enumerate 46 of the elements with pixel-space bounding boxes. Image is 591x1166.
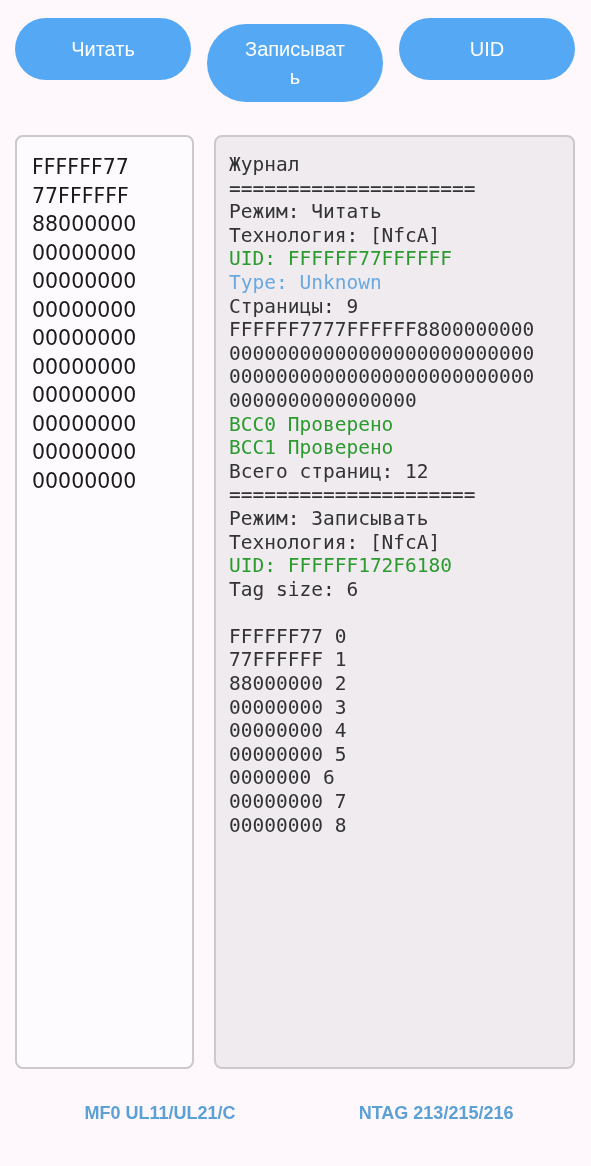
hex-line: 00000000 xyxy=(32,410,137,438)
log-line: 00000000000000000000000000 xyxy=(229,341,535,366)
hex-line: 00000000 xyxy=(32,439,137,466)
log-line: BCC1 Проверено xyxy=(229,436,394,460)
hex-input-field[interactable]: FFFFFF77 77FFFFFF 88000000 00000000 00000000 00000000 00000000 00000000 00000000 00000000 00000000 00000000 xyxy=(15,135,194,1069)
log-line: 00000000 8 xyxy=(229,813,347,838)
log-line: UID: FFFFFF172F6180 xyxy=(229,554,453,578)
log-line: Режим: Записывать xyxy=(229,506,429,531)
log-line: Tag size: 6 xyxy=(229,577,359,602)
log-line: Type: Unknown xyxy=(229,270,382,295)
log-line: ===================== xyxy=(229,483,476,507)
tag-type-link[interactable]: MF0 UL11/UL21/C xyxy=(84,1103,236,1124)
hex-line: 00000000 xyxy=(32,382,137,409)
action-button[interactable]: Читать xyxy=(15,18,191,80)
log-line: 0000000 6 xyxy=(229,766,335,791)
log-line: FFFFFF77 0 xyxy=(229,624,347,649)
log-line: Технология: [NfcA] xyxy=(229,530,441,555)
log-line: ===================== xyxy=(229,176,476,201)
hex-line: 00000000 xyxy=(32,268,137,295)
log-line: 00000000 4 xyxy=(229,719,347,743)
log-line: 0000000000000000 xyxy=(229,388,417,413)
hex-line: 00000000 xyxy=(32,467,137,495)
hex-line: FFFFFF77 xyxy=(32,154,129,181)
log-line: FFFFFF7777FFFFFF8800000000 xyxy=(229,318,535,342)
log-line: Всего страниц: 12 xyxy=(229,459,429,484)
log-line: 00000000000000000000000000 xyxy=(229,365,535,389)
log-line: BCC0 Проверено xyxy=(229,412,394,437)
log-line: 00000000 3 xyxy=(229,695,347,720)
log-line: Режим: Читать xyxy=(229,200,382,224)
action-button[interactable]: Записывать xyxy=(207,24,383,102)
log-line: 00000000 5 xyxy=(229,742,347,767)
hex-line: 77FFFFFF xyxy=(32,182,129,210)
log-line: 00000000 7 xyxy=(229,790,347,814)
action-button[interactable]: UID xyxy=(399,18,575,80)
tag-type-link[interactable]: NTAG 213/215/216 xyxy=(358,1103,514,1124)
hex-line: 00000000 xyxy=(32,325,137,352)
log-line: UID: FFFFFF77FFFFFF xyxy=(229,247,453,271)
hex-line: 00000000 xyxy=(32,239,137,267)
hex-line: 00000000 xyxy=(32,296,137,324)
log-line: 88000000 2 xyxy=(229,672,347,696)
log-line: 77FFFFFF 1 xyxy=(229,648,347,673)
hex-line: 88000000 xyxy=(32,211,137,238)
hex-line: 00000000 xyxy=(32,353,137,381)
log-line: Страницы: 9 xyxy=(229,294,359,319)
log-line: Журнал xyxy=(229,153,300,177)
log-line: Технология: [NfcA] xyxy=(229,223,441,248)
